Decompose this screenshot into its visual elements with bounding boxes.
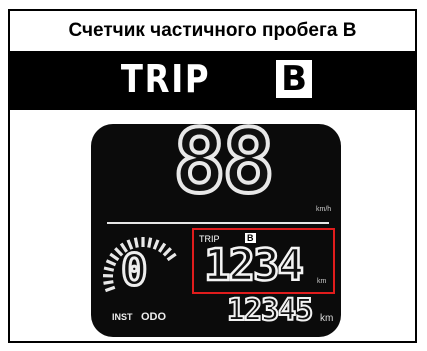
rpm-gauge-segment [103,280,114,285]
display-rule [107,222,329,224]
rpm-gauge-segment [104,285,116,293]
info-card: Счетчик частичного пробега B TRIP B 88 k… [8,9,417,343]
banner-trip-label: TRIP [120,56,211,101]
instrument-display: 88 km/h 0 TRIP B 1234 km INST ODO 12345 … [91,124,341,337]
page-title: Счетчик частичного пробега B [10,11,415,52]
rpm-gauge-segment [166,252,177,262]
rpm-gauge-segment [162,247,172,257]
trip-b-highlight: TRIP B 1234 km [192,228,335,294]
odometer-unit: km [320,313,334,324]
trip-banner: TRIP B [10,51,415,106]
rpm-gauge-segment [147,237,153,248]
trip-unit: km [317,278,327,285]
divider [10,106,415,110]
rpm-gauge-segment [105,259,117,267]
speed-readout: 88 [171,124,277,213]
speed-unit: km/h [316,206,332,213]
rpm-gauge-segment [152,239,160,250]
rpm-gauge-segment [157,242,167,253]
rpm-gauge-segment [103,266,115,272]
inst-label: INST [112,312,133,322]
rpm-gauge-segment [109,252,120,262]
odometer-value: 12345 [226,293,314,328]
odo-label: ODO [141,311,167,323]
gear-indicator: 0 [120,245,149,296]
trip-value: 1234 [203,240,305,291]
banner-trip-letter: B [276,59,313,99]
